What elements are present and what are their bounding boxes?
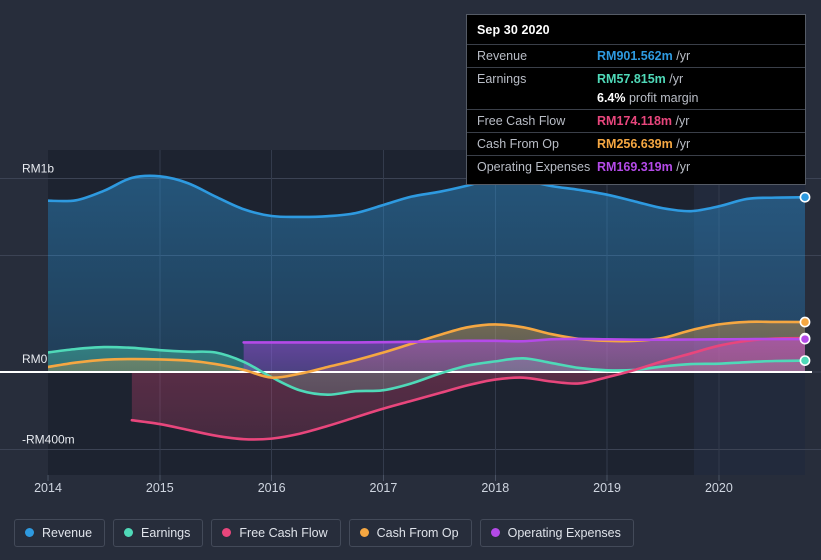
tooltip-row-label: Cash From Op xyxy=(477,137,559,151)
tooltip-row-unit: /yr xyxy=(665,72,684,86)
tooltip-row-unit: /yr xyxy=(672,114,690,128)
y-axis-tick-label: -RM400m xyxy=(22,432,75,446)
x-axis-tick-label: 2017 xyxy=(370,481,398,495)
endpoint-operating-expenses xyxy=(799,333,811,345)
x-axis-labels: 2014 2015 2016 2017 2018 2019 2020 xyxy=(34,481,733,495)
tooltip-row-value: RM256.639m xyxy=(597,137,673,151)
tooltip-subrow-value-wrap: 6.4% profit margin xyxy=(597,90,698,106)
legend-item-label: Operating Expenses xyxy=(507,525,621,540)
tooltip-row-value-wrap: RM169.319m /yr xyxy=(597,159,690,175)
chart-tooltip: Sep 30 2020 Revenue RM901.562m /yr Earning… xyxy=(466,14,806,185)
tooltip-row: Earnings RM57.815m /yr xyxy=(467,67,805,90)
tooltip-row-unit: /yr xyxy=(672,160,691,174)
legend-item-earnings[interactable]: Earnings xyxy=(113,518,204,547)
tooltip-row-label: Free Cash Flow xyxy=(477,114,566,128)
y-axis-tick-label: RM0 xyxy=(22,352,48,366)
tooltip-row-value-wrap: RM57.815m /yr xyxy=(597,71,683,87)
tooltip-row-value: RM174.118m xyxy=(597,114,673,128)
tooltip-row-unit: /yr xyxy=(672,137,691,151)
legend-color-dot-icon xyxy=(25,528,34,537)
legend-item-free-cash-flow[interactable]: Free Cash Flow xyxy=(211,518,341,547)
tooltip-profit-margin-value: 6.4% xyxy=(597,91,626,105)
endpoint-revenue xyxy=(799,191,811,203)
legend-color-dot-icon xyxy=(124,528,134,537)
tooltip-row-value: RM57.815m xyxy=(597,72,666,86)
legend-color-dot-icon xyxy=(222,528,232,537)
x-axis-tick-label: 2018 xyxy=(481,481,509,495)
y-axis-tick-label: RM1b xyxy=(22,161,54,175)
chart-legend: Revenue Earnings Free Cash Flow Cash From O… xyxy=(0,505,821,560)
legend-item-label: Free Cash Flow xyxy=(239,525,328,540)
legend-item-label: Cash From Op xyxy=(376,525,459,540)
tooltip-subrow: 6.4% profit margin xyxy=(467,90,805,109)
tooltip-row-value-wrap: RM901.562m /yr xyxy=(597,48,690,64)
x-axis-tick-label: 2019 xyxy=(593,481,621,495)
tooltip-row-unit: /yr xyxy=(672,49,691,63)
endpoint-cash-from-op xyxy=(799,316,811,328)
tooltip-row-label: Earnings xyxy=(477,72,527,86)
tooltip-row: Operating Expenses RM169.319m /yr xyxy=(467,155,805,178)
tooltip-row-label: Revenue xyxy=(477,49,528,63)
tooltip-row: Cash From Op RM256.639m /yr xyxy=(467,132,805,155)
legend-color-dot-icon xyxy=(490,528,500,537)
tooltip-row-value: RM169.319m xyxy=(597,160,673,174)
tooltip-rows: Revenue RM901.562m /yr Earnings RM57.815m /… xyxy=(467,44,805,178)
legend-item-revenue[interactable]: Revenue xyxy=(14,518,106,547)
chart-page: RM1b RM0 -RM400m 2014 2015 2016 2017 2018 2019 2… xyxy=(0,0,821,560)
tooltip-row-value-wrap: RM256.639m /yr xyxy=(597,136,690,152)
legend-item-operating-expenses[interactable]: Operating Expenses xyxy=(479,518,634,547)
legend-item-cash-from-op[interactable]: Cash From Op xyxy=(348,518,472,547)
legend-item-label: Earnings xyxy=(141,525,191,540)
legend-item-label: Revenue xyxy=(42,525,93,540)
tooltip-row-label: Operating Expenses xyxy=(477,160,591,174)
x-axis-tick-label: 2020 xyxy=(705,481,733,495)
tooltip-row: Free Cash Flow RM174.118m /yr xyxy=(467,109,805,132)
tooltip-row-value-wrap: RM174.118m /yr xyxy=(597,113,689,129)
tooltip-row: Revenue RM901.562m /yr xyxy=(467,44,805,67)
tooltip-date: Sep 30 2020 xyxy=(477,23,550,37)
legend-color-dot-icon xyxy=(359,528,369,537)
endpoint-earnings xyxy=(799,355,811,367)
tooltip-row-value: RM901.562m xyxy=(597,49,673,63)
tooltip-profit-margin-label: profit margin xyxy=(625,91,699,105)
x-axis-tick-label: 2015 xyxy=(146,481,174,495)
x-axis-tick-label: 2016 xyxy=(258,481,286,495)
x-axis-tick-label: 2014 xyxy=(34,481,62,495)
